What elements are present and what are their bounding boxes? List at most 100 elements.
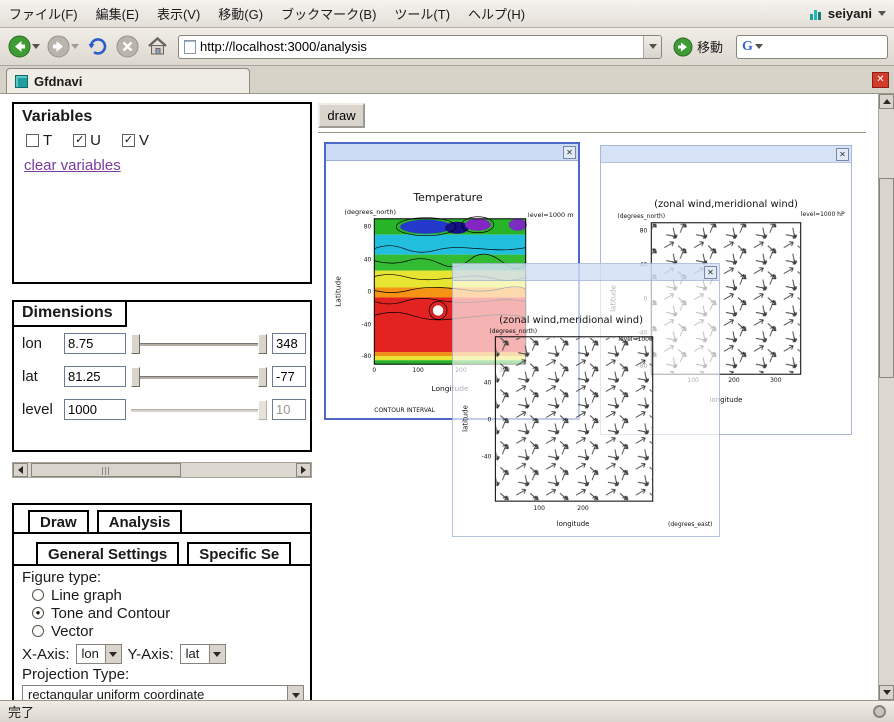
- radio-line-graph[interactable]: [32, 589, 44, 601]
- search-engine-icon[interactable]: G: [737, 39, 754, 55]
- y-axis-select[interactable]: lat: [180, 644, 226, 664]
- back-button[interactable]: [6, 33, 42, 60]
- lat-slider[interactable]: [131, 366, 267, 388]
- dimension-row-lat: lat: [14, 360, 310, 393]
- back-dropdown-icon[interactable]: [32, 44, 40, 49]
- draw-button[interactable]: draw: [318, 103, 365, 128]
- checkbox-V-label: V: [139, 132, 149, 149]
- menu-help[interactable]: ヘルプ(H): [459, 0, 534, 29]
- scrollbar-track[interactable]: [28, 463, 296, 477]
- dimension-row-level: level: [14, 393, 310, 426]
- lat-slider-thumb-left[interactable]: [131, 367, 140, 387]
- stop-icon: [116, 35, 139, 58]
- y-axis-label: Y-Axis:: [128, 646, 174, 663]
- svg-text:200: 200: [577, 505, 589, 512]
- tab-analysis[interactable]: Analysis: [97, 510, 183, 532]
- status-bar: 完了: [0, 700, 894, 722]
- variable-V[interactable]: ✓ V: [122, 132, 149, 149]
- scroll-right-button[interactable]: [296, 463, 311, 477]
- stop-button[interactable]: [114, 33, 141, 60]
- lon-slider[interactable]: [131, 333, 267, 355]
- checkbox-V[interactable]: ✓: [122, 134, 135, 147]
- checkbox-T[interactable]: [26, 134, 39, 147]
- svg-text:level=1000 m: level=1000 m: [528, 211, 574, 219]
- level-slider[interactable]: [131, 399, 267, 421]
- window-close-icon[interactable]: [836, 148, 849, 161]
- tab-general-settings[interactable]: General Settings: [36, 542, 179, 564]
- figure-type-line-graph[interactable]: Line graph: [32, 586, 302, 604]
- tab-gfdnavi[interactable]: Gfdnavi: [6, 68, 250, 93]
- url-history-dropdown[interactable]: [643, 36, 661, 58]
- settings-tabs: General Settings Specific Se: [14, 537, 310, 566]
- home-button[interactable]: [144, 33, 171, 60]
- search-engine-dropdown-icon[interactable]: [755, 44, 763, 49]
- radio-tone-contour[interactable]: ●: [32, 607, 44, 619]
- main-vertical-scrollbar[interactable]: [878, 94, 894, 700]
- tab-draw[interactable]: Draw: [28, 510, 89, 532]
- home-icon: [146, 35, 169, 58]
- figure-type-label: Figure type:: [22, 569, 302, 586]
- menu-bookmarks[interactable]: ブックマーク(B): [272, 0, 385, 29]
- scrollbar-thumb[interactable]: [879, 178, 894, 378]
- variable-U[interactable]: ✓ U: [73, 132, 101, 149]
- tab-close-icon[interactable]: [872, 72, 889, 88]
- clear-variables-link[interactable]: clear variables: [24, 157, 121, 174]
- y-axis-value: lat: [181, 645, 209, 663]
- x-axis-select[interactable]: lon: [76, 644, 122, 664]
- menu-go[interactable]: 移動(G): [209, 0, 272, 29]
- svg-text:0: 0: [368, 288, 372, 295]
- lon-min-input[interactable]: [64, 333, 126, 354]
- level-slider-thumb[interactable]: [258, 400, 267, 420]
- url-input[interactable]: [196, 39, 643, 54]
- variable-checkboxes: T ✓ U ✓ V: [14, 128, 310, 149]
- scrollbar-thumb[interactable]: [31, 463, 181, 477]
- level-label: level: [22, 401, 64, 418]
- dimensions-title: Dimensions: [14, 302, 127, 327]
- menu-view[interactable]: 表示(V): [148, 0, 209, 29]
- window-titlebar[interactable]: [601, 146, 851, 163]
- variable-T[interactable]: T: [26, 132, 52, 149]
- projection-type-select[interactable]: rectangular uniform coordinate: [22, 685, 304, 700]
- user-menu[interactable]: seiyani: [809, 6, 894, 21]
- lat-min-input[interactable]: [64, 366, 126, 387]
- window-titlebar[interactable]: [326, 144, 578, 161]
- reload-button[interactable]: [84, 33, 111, 60]
- go-button[interactable]: 移動: [669, 35, 731, 59]
- scroll-up-button[interactable]: [879, 94, 894, 109]
- dimension-row-lon: lon: [14, 327, 310, 360]
- forward-button[interactable]: [45, 33, 81, 60]
- lat-label: lat: [22, 368, 64, 385]
- window-close-icon[interactable]: [563, 146, 576, 159]
- svg-text:0: 0: [488, 416, 492, 423]
- tab-specific-settings[interactable]: Specific Se: [187, 542, 291, 564]
- menu-file[interactable]: ファイル(F): [0, 0, 87, 29]
- search-input[interactable]: [763, 39, 887, 54]
- level-max-input[interactable]: [272, 399, 306, 420]
- lon-slider-thumb-left[interactable]: [131, 334, 140, 354]
- scroll-down-button[interactable]: [879, 685, 894, 700]
- menu-edit[interactable]: 編集(E): [87, 0, 148, 29]
- left-frame-horizontal-scrollbar[interactable]: [12, 462, 312, 478]
- lat-max-input[interactable]: [272, 366, 306, 387]
- figure-type-vector[interactable]: Vector: [32, 622, 302, 640]
- url-bar: [178, 35, 662, 59]
- scroll-left-button[interactable]: [13, 463, 28, 477]
- window-titlebar[interactable]: [453, 264, 719, 281]
- user-icon: [809, 7, 823, 21]
- level-input[interactable]: [64, 399, 126, 420]
- window-close-icon[interactable]: [704, 266, 717, 279]
- lon-max-input[interactable]: [272, 333, 306, 354]
- main-tabs: Draw Analysis: [14, 505, 310, 534]
- plot-window-wind-overlay[interactable]: (zonal wind,meridional wind) (degrees_no…: [452, 263, 720, 537]
- forward-dropdown-icon[interactable]: [71, 44, 79, 49]
- svg-text:(degrees_east): (degrees_east): [668, 521, 712, 528]
- variables-title: Variables: [14, 104, 310, 128]
- figure-type-tone-contour[interactable]: ● Tone and Contour: [32, 604, 302, 622]
- arrow-up-icon: [883, 99, 891, 104]
- menu-tools[interactable]: ツール(T): [385, 0, 459, 29]
- radio-vector[interactable]: [32, 625, 44, 637]
- go-icon: [673, 37, 693, 57]
- checkbox-U[interactable]: ✓: [73, 134, 86, 147]
- lat-slider-thumb-right[interactable]: [258, 367, 267, 387]
- lon-slider-thumb-right[interactable]: [258, 334, 267, 354]
